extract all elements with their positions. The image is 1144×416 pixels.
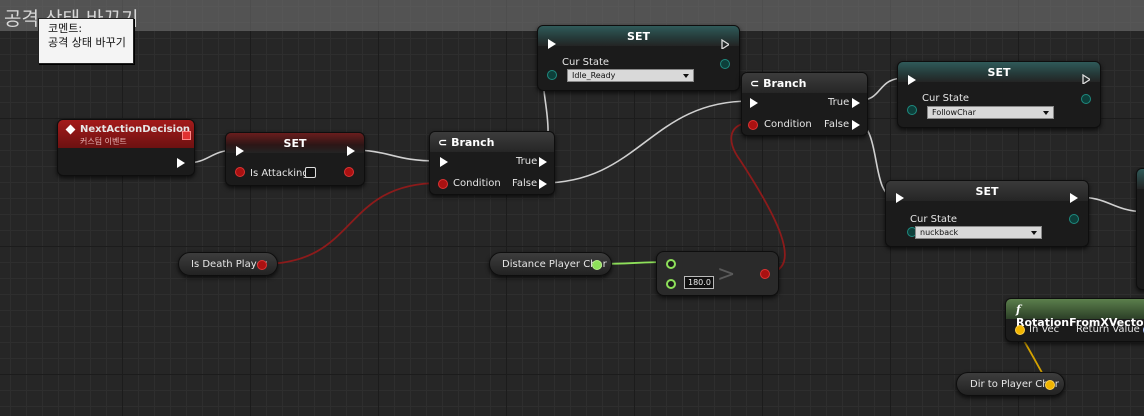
branch1-false-label: False <box>512 178 538 189</box>
is-death-player-output-pin[interactable] <box>257 260 267 270</box>
event-title: NextActionDecision <box>80 124 191 135</box>
set-idle-header: SET <box>538 26 739 46</box>
exec-wire-branch1-false-to-branch2 <box>541 100 751 184</box>
compare-b-input-pin[interactable] <box>666 279 676 289</box>
set-follow-value-dropdown[interactable]: FollowChar <box>927 106 1054 119</box>
rotation-node-header: f RotationFromXVector <box>1006 299 1144 329</box>
compare-b-value-field[interactable]: 180.0 <box>684 276 714 289</box>
is-attacking-input-pin[interactable] <box>235 167 245 177</box>
set-exec-in-pin[interactable] <box>236 146 244 156</box>
branch1-exec-in-pin[interactable] <box>440 157 448 167</box>
is-death-player-label: Is Death Player <box>191 259 267 270</box>
rotation-in-vec-pin[interactable] <box>1015 325 1025 335</box>
bool-wire-death-to-branch1 <box>261 182 441 265</box>
branch-icon: ⊂ <box>750 77 760 90</box>
tooltip-line2: 공격 상태 바꾸기 <box>48 36 126 49</box>
rotation-in-vec-label: In Vec <box>1029 324 1060 335</box>
branch2-true-label: True <box>828 97 850 108</box>
is-death-player-getter[interactable]: Is Death Player <box>178 252 278 276</box>
set-follow-input-pin[interactable] <box>907 105 917 115</box>
set-follow-header: SET <box>898 62 1100 82</box>
branch2-exec-in-pin[interactable] <box>750 98 758 108</box>
set-follow-var-label: Cur State <box>922 93 970 104</box>
set-cur-state-nuckback-node[interactable]: SET Cur State nuckback <box>885 180 1089 247</box>
set-idle-output-pin[interactable] <box>720 59 730 69</box>
branch2-true-pin[interactable] <box>852 98 860 108</box>
rotation-from-x-vector-node[interactable]: f RotationFromXVector In Vec Return Valu… <box>1005 298 1144 342</box>
event-delegate-pin[interactable] <box>182 131 191 140</box>
branch1-true-label: True <box>516 156 538 167</box>
set-idle-exec-in-pin[interactable] <box>548 39 556 49</box>
comment-tooltip: 코멘트: 공격 상태 바꾸기 <box>38 18 134 64</box>
branch1-title: Branch <box>451 136 495 149</box>
distance-player-char-getter[interactable]: Distance Player Char <box>489 252 612 276</box>
distance-output-pin[interactable] <box>592 260 602 270</box>
branch2-header: ⊂ Branch <box>742 73 867 93</box>
chevron-down-icon <box>1043 111 1049 115</box>
branch1-true-pin[interactable] <box>539 157 547 167</box>
is-attacking-checkbox[interactable] <box>305 167 316 178</box>
set-follow-exec-out-pin[interactable] <box>1082 74 1090 84</box>
compare-a-input-pin[interactable] <box>666 259 676 269</box>
chevron-down-icon <box>683 74 689 78</box>
set-follow-exec-in-pin[interactable] <box>908 75 916 85</box>
set-nuck-header: SET <box>886 181 1088 201</box>
compare-operator: > <box>717 262 736 287</box>
set-nuck-value: nuckback <box>920 228 959 237</box>
function-icon: f <box>1016 303 1021 316</box>
compare-output-pin[interactable] <box>760 269 770 279</box>
set-idle-value-dropdown[interactable]: Idle_Ready <box>567 69 694 82</box>
branch1-false-pin[interactable] <box>539 179 547 189</box>
branch1-condition-pin[interactable] <box>438 179 448 189</box>
branch1-condition-label: Condition <box>453 178 501 189</box>
branch2-false-label: False <box>824 119 850 130</box>
event-node-next-action-decision[interactable]: NextActionDecision 커스텀 이벤트 <box>57 119 195 176</box>
rotation-return-label: Return Value <box>1076 324 1140 335</box>
greater-than-compare-node[interactable]: 180.0 > <box>656 251 779 296</box>
branch-node-1[interactable]: ⊂ Branch True Condition False <box>429 131 555 195</box>
branch2-false-pin[interactable] <box>852 120 860 130</box>
branch-node-2[interactable]: ⊂ Branch True Condition False <box>741 72 868 136</box>
set-nuck-var-label: Cur State <box>910 214 958 225</box>
set-idle-input-pin[interactable] <box>547 70 557 80</box>
set-nuck-output-pin[interactable] <box>1069 214 1079 224</box>
set-cur-state-idle-node[interactable]: SET Cur State Idle_Ready <box>537 25 740 91</box>
branch2-condition-pin[interactable] <box>748 120 758 130</box>
is-attacking-output-pin[interactable] <box>344 167 354 177</box>
chevron-down-icon <box>1031 231 1037 235</box>
set-follow-output-pin[interactable] <box>1081 94 1091 104</box>
event-subtitle: 커스텀 이벤트 <box>80 137 127 146</box>
set-idle-exec-out-pin[interactable] <box>721 39 729 49</box>
set-node-header: SET <box>226 133 364 153</box>
set-nuck-value-dropdown[interactable]: nuckback <box>915 226 1042 239</box>
set-nuck-exec-out-pin[interactable] <box>1070 193 1078 203</box>
offscreen-node-partial[interactable] <box>1136 168 1144 290</box>
branch-icon: ⊂ <box>438 136 448 149</box>
event-exec-out-pin[interactable] <box>177 158 185 168</box>
set-nuck-exec-in-pin[interactable] <box>896 193 904 203</box>
dir-output-pin[interactable] <box>1045 380 1055 390</box>
set-exec-out-pin[interactable] <box>347 146 355 156</box>
set-idle-value: Idle_Ready <box>572 71 616 80</box>
offscreen-node-header <box>1137 169 1144 189</box>
tooltip-line1: 코멘트: <box>48 22 83 35</box>
set-idle-var-label: Cur State <box>562 57 610 68</box>
event-node-header: NextActionDecision 커스텀 이벤트 <box>58 120 194 148</box>
blueprint-graph-canvas[interactable]: 공격 상태 바꾸기 코멘트: 공격 상태 바꾸기 NextActionDecis… <box>0 0 1144 416</box>
branch2-title: Branch <box>763 77 807 90</box>
event-icon <box>65 124 76 135</box>
is-attacking-label: Is Attacking <box>250 168 309 179</box>
dir-to-player-char-getter[interactable]: Dir to Player Char <box>956 372 1065 396</box>
set-is-attacking-node[interactable]: SET Is Attacking <box>225 132 365 186</box>
branch1-header: ⊂ Branch <box>430 132 554 152</box>
set-follow-value: FollowChar <box>932 108 976 117</box>
set-cur-state-follow-node[interactable]: SET Cur State FollowChar <box>897 61 1101 128</box>
branch2-condition-label: Condition <box>764 119 812 130</box>
